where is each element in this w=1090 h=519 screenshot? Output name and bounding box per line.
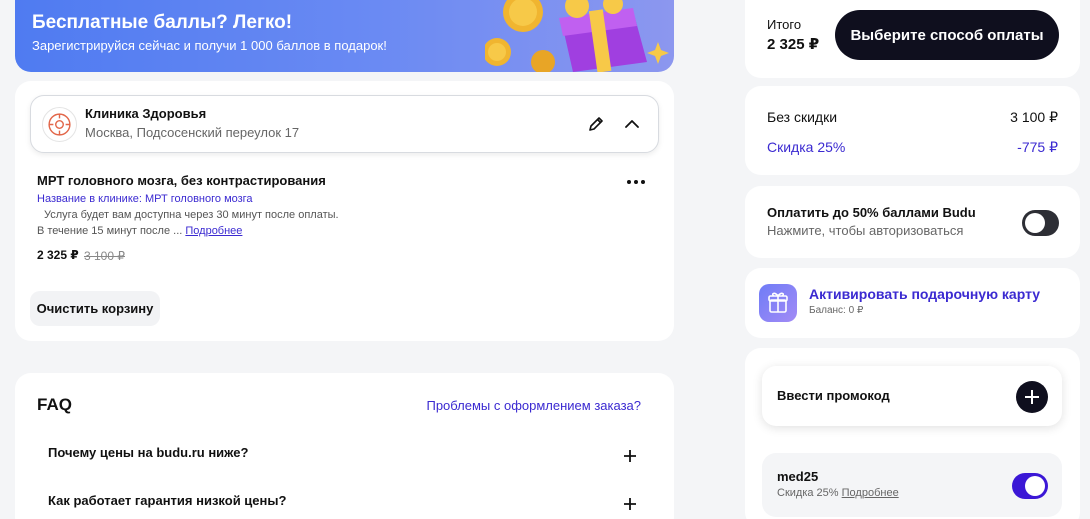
promo-code-name: med25 — [777, 469, 819, 484]
banner-subtitle: Зарегистрируйся сейчас и получи 1 000 ба… — [32, 38, 387, 53]
faq-title: FAQ — [37, 395, 72, 414]
clinic-name: Клиника Здоровья — [85, 106, 207, 121]
add-promo-button[interactable] — [1016, 381, 1048, 413]
discount-label: Скидка 25% — [767, 139, 846, 155]
service-old-price: 3 100 ₽ — [84, 249, 125, 263]
promo-banner[interactable]: Бесплатные баллы? Легко! Зарегистрируйся… — [15, 0, 674, 72]
service-more-line: В течение 15 минут после ... Подробнее — [37, 225, 242, 237]
chevron-up-icon[interactable] — [623, 115, 641, 133]
toggle-knob — [1025, 476, 1045, 496]
cart-item-card: Клиника Здоровья Москва, Подсосенский пе… — [15, 81, 674, 341]
service-title: МРТ головного мозга, без контрастировани… — [37, 173, 326, 188]
gift-icon — [759, 284, 797, 322]
edit-pencil-icon[interactable] — [587, 115, 605, 133]
price-summary: Без скидки 3 100 ₽ Скидка 25% -775 ₽ — [745, 86, 1080, 175]
promo-code-label: Ввести промокод — [777, 388, 890, 403]
total-panel: Итого 2 325 ₽ Выберите способ оплаты — [745, 0, 1080, 78]
promo-details-link[interactable]: Подробнее — [842, 487, 899, 499]
promo-panel: Ввести промокод med25 Скидка 25% Подробн… — [745, 348, 1080, 519]
expand-plus-icon[interactable] — [622, 448, 638, 464]
service-more-link[interactable]: Подробнее — [185, 225, 242, 237]
service-clinic-name: Название в клинике: МРТ головного мозга — [37, 193, 253, 205]
promo-code-toggle[interactable] — [1012, 473, 1048, 499]
points-title: Оплатить до 50% баллами Budu — [767, 205, 976, 220]
discount-value: -775 ₽ — [1017, 139, 1058, 155]
toggle-knob — [1025, 213, 1045, 233]
expand-plus-icon[interactable] — [622, 496, 638, 512]
order-problems-link[interactable]: Проблемы с оформлением заказа? — [426, 398, 641, 413]
service-price: 2 325 ₽ — [37, 248, 79, 262]
clinic-logo-icon — [42, 107, 77, 142]
more-options-icon[interactable] — [626, 179, 646, 185]
choose-payment-button[interactable]: Выберите способ оплаты — [835, 10, 1059, 60]
no-discount-row: Без скидки 3 100 ₽ — [767, 109, 1058, 126]
no-discount-label: Без скидки — [767, 109, 838, 125]
pay-with-points-panel: Оплатить до 50% баллами Budu Нажмите, чт… — [745, 186, 1080, 258]
points-subtitle: Нажмите, чтобы авторизоваться — [767, 223, 964, 238]
discount-row: Скидка 25% -775 ₽ — [767, 139, 1058, 156]
clinic-header[interactable]: Клиника Здоровья Москва, Подсосенский пе… — [30, 95, 659, 153]
promo-code-desc-text: Скидка 25% — [777, 487, 839, 499]
gift-card-balance: Баланс: 0 ₽ — [809, 305, 864, 316]
promo-code-description: Скидка 25% Подробнее — [777, 487, 899, 499]
gift-card-panel[interactable]: Активировать подарочную карту Баланс: 0 … — [745, 268, 1080, 338]
total-value: 2 325 ₽ — [767, 36, 820, 53]
applied-promo-code: med25 Скидка 25% Подробнее — [762, 453, 1062, 517]
faq-section: FAQ Проблемы с оформлением заказа? Почем… — [15, 373, 674, 519]
gift-coins-illustration — [485, 0, 669, 72]
plus-icon — [1025, 390, 1039, 404]
no-discount-value: 3 100 ₽ — [1010, 109, 1058, 125]
clear-cart-button[interactable]: Очистить корзину — [30, 291, 160, 326]
clinic-address: Москва, Подсосенский переулок 17 — [85, 125, 300, 140]
activate-gift-card-link[interactable]: Активировать подарочную карту — [809, 286, 1040, 302]
points-toggle[interactable] — [1022, 210, 1059, 236]
service-availability: Услуга будет вам доступна через 30 минут… — [44, 209, 339, 221]
service-more-text: В течение 15 минут после ... — [37, 225, 183, 237]
faq-question[interactable]: Почему цены на budu.ru ниже? — [48, 445, 248, 460]
banner-title: Бесплатные баллы? Легко! — [32, 12, 293, 33]
promo-code-field[interactable]: Ввести промокод — [762, 366, 1062, 426]
total-label: Итого — [767, 17, 802, 32]
faq-question[interactable]: Как работает гарантия низкой цены? — [48, 493, 286, 508]
